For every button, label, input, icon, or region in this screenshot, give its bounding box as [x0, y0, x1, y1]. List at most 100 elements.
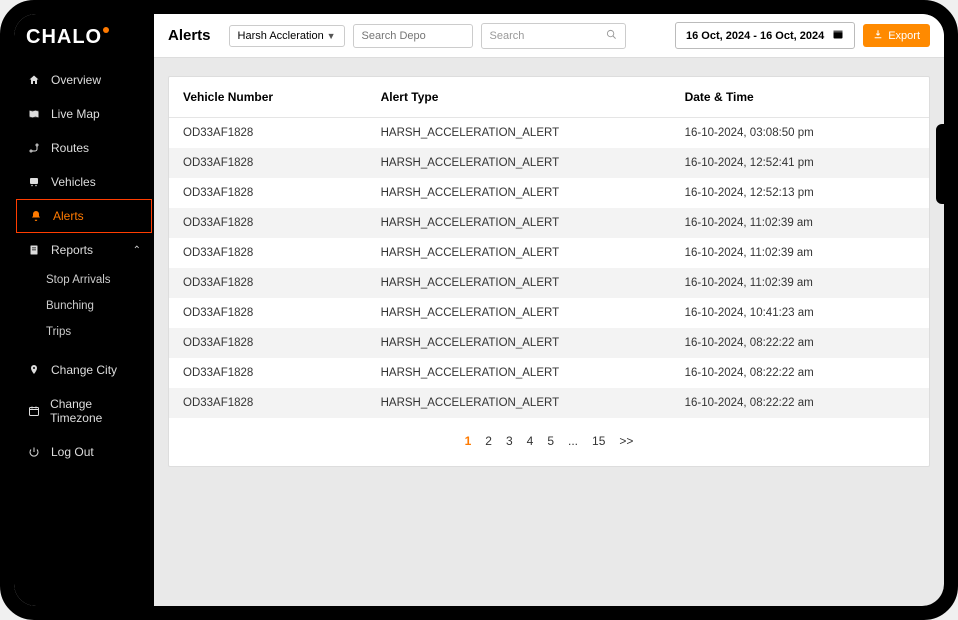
- sidebar-item-label: Alerts: [53, 209, 84, 223]
- sidebar-item-logout[interactable]: Log Out: [14, 435, 154, 469]
- page-link[interactable]: 1: [465, 434, 472, 448]
- sidebar-item-overview[interactable]: Overview: [14, 63, 154, 97]
- search-placeholder: Search: [490, 30, 525, 42]
- cell-vehicle: OD33AF1828: [169, 238, 367, 268]
- cell-type: HARSH_ACCELERATION_ALERT: [367, 208, 671, 238]
- search-input[interactable]: Search: [481, 23, 626, 49]
- cell-time: 16-10-2024, 11:02:39 am: [671, 238, 929, 268]
- bell-icon: [29, 209, 43, 223]
- page-link[interactable]: ...: [568, 434, 578, 448]
- brand-logo: CHALO: [14, 20, 154, 63]
- search-depo-input[interactable]: [353, 24, 473, 48]
- table-row[interactable]: OD33AF1828HARSH_ACCELERATION_ALERT16-10-…: [169, 328, 929, 358]
- date-range-picker[interactable]: 16 Oct, 2024 - 16 Oct, 2024: [675, 22, 855, 49]
- bus-icon: [27, 175, 41, 189]
- table-row[interactable]: OD33AF1828HARSH_ACCELERATION_ALERT16-10-…: [169, 208, 929, 238]
- sidebar-item-label: Change Timezone: [50, 397, 141, 425]
- cell-vehicle: OD33AF1828: [169, 208, 367, 238]
- date-range-value: 16 Oct, 2024 - 16 Oct, 2024: [686, 30, 824, 42]
- export-button[interactable]: Export: [863, 24, 930, 47]
- sidebar-sub-stop-arrivals[interactable]: Stop Arrivals: [14, 267, 154, 293]
- content-area: Vehicle Number Alert Type Date & Time OD…: [154, 58, 944, 606]
- sidebar-item-label: Routes: [51, 141, 89, 155]
- col-alert-type: Alert Type: [367, 77, 671, 118]
- alert-type-select[interactable]: Harsh Accleration ▼: [229, 25, 345, 47]
- alerts-card: Vehicle Number Alert Type Date & Time OD…: [168, 76, 930, 467]
- cell-type: HARSH_ACCELERATION_ALERT: [367, 118, 671, 149]
- cell-time: 16-10-2024, 08:22:22 am: [671, 388, 929, 418]
- cell-time: 16-10-2024, 10:41:23 am: [671, 298, 929, 328]
- download-icon: [873, 29, 883, 42]
- table-row[interactable]: OD33AF1828HARSH_ACCELERATION_ALERT16-10-…: [169, 268, 929, 298]
- cell-vehicle: OD33AF1828: [169, 268, 367, 298]
- cell-time: 16-10-2024, 12:52:13 pm: [671, 178, 929, 208]
- cell-vehicle: OD33AF1828: [169, 328, 367, 358]
- cell-type: HARSH_ACCELERATION_ALERT: [367, 298, 671, 328]
- table-row[interactable]: OD33AF1828HARSH_ACCELERATION_ALERT16-10-…: [169, 388, 929, 418]
- cell-type: HARSH_ACCELERATION_ALERT: [367, 268, 671, 298]
- cell-time: 16-10-2024, 03:08:50 pm: [671, 118, 929, 149]
- cell-vehicle: OD33AF1828: [169, 388, 367, 418]
- sidebar-item-reports[interactable]: Reports ⌃: [14, 233, 154, 267]
- cell-time: 16-10-2024, 08:22:22 am: [671, 358, 929, 388]
- sidebar-item-routes[interactable]: Routes: [14, 131, 154, 165]
- page-link[interactable]: 2: [485, 434, 492, 448]
- pin-icon: [27, 363, 41, 377]
- cell-time: 16-10-2024, 11:02:39 am: [671, 208, 929, 238]
- col-vehicle: Vehicle Number: [169, 77, 367, 118]
- sidebar-item-label: Reports: [51, 243, 93, 257]
- sidebar-item-live-map[interactable]: Live Map: [14, 97, 154, 131]
- cell-type: HARSH_ACCELERATION_ALERT: [367, 328, 671, 358]
- table-row[interactable]: OD33AF1828HARSH_ACCELERATION_ALERT16-10-…: [169, 298, 929, 328]
- table-row[interactable]: OD33AF1828HARSH_ACCELERATION_ALERT16-10-…: [169, 178, 929, 208]
- clock-icon: [27, 404, 40, 418]
- sidebar-item-alerts[interactable]: Alerts: [16, 199, 152, 233]
- sidebar-item-label: Log Out: [51, 445, 94, 459]
- cell-type: HARSH_ACCELERATION_ALERT: [367, 178, 671, 208]
- sidebar-item-change-timezone[interactable]: Change Timezone: [14, 387, 154, 435]
- cell-type: HARSH_ACCELERATION_ALERT: [367, 148, 671, 178]
- page-link[interactable]: 15: [592, 434, 605, 448]
- table-row[interactable]: OD33AF1828HARSH_ACCELERATION_ALERT16-10-…: [169, 118, 929, 149]
- page-link[interactable]: 3: [506, 434, 513, 448]
- alerts-table: Vehicle Number Alert Type Date & Time OD…: [169, 77, 929, 418]
- caret-down-icon: ▼: [327, 31, 336, 41]
- cell-vehicle: OD33AF1828: [169, 118, 367, 149]
- cell-time: 16-10-2024, 12:52:41 pm: [671, 148, 929, 178]
- select-value: Harsh Accleration: [238, 30, 324, 42]
- power-icon: [27, 445, 41, 459]
- sidebar-sub-bunching[interactable]: Bunching: [14, 293, 154, 319]
- route-icon: [27, 141, 41, 155]
- page-title: Alerts: [168, 27, 211, 44]
- export-label: Export: [888, 30, 920, 42]
- map-icon: [27, 107, 41, 121]
- cell-vehicle: OD33AF1828: [169, 148, 367, 178]
- sidebar-item-label: Overview: [51, 73, 101, 87]
- brand-dot-icon: [103, 27, 109, 33]
- report-icon: [27, 243, 41, 257]
- sidebar-item-vehicles[interactable]: Vehicles: [14, 165, 154, 199]
- page-link[interactable]: >>: [619, 434, 633, 448]
- topbar: Alerts Harsh Accleration ▼ Search 16 Oct…: [154, 14, 944, 58]
- sidebar: CHALO Overview Live Map Routes: [14, 14, 154, 606]
- col-datetime: Date & Time: [671, 77, 929, 118]
- cell-vehicle: OD33AF1828: [169, 358, 367, 388]
- pagination: 12345... 15 >>: [169, 418, 929, 466]
- sidebar-item-label: Live Map: [51, 107, 100, 121]
- cell-vehicle: OD33AF1828: [169, 178, 367, 208]
- sidebar-sub-trips[interactable]: Trips: [14, 319, 154, 345]
- table-row[interactable]: OD33AF1828HARSH_ACCELERATION_ALERT16-10-…: [169, 358, 929, 388]
- page-link[interactable]: 5: [547, 434, 554, 448]
- cell-type: HARSH_ACCELERATION_ALERT: [367, 358, 671, 388]
- cell-vehicle: OD33AF1828: [169, 298, 367, 328]
- sidebar-item-label: Vehicles: [51, 175, 96, 189]
- home-icon: [27, 73, 41, 87]
- cell-time: 16-10-2024, 08:22:22 am: [671, 328, 929, 358]
- sidebar-item-label: Change City: [51, 363, 117, 377]
- table-row[interactable]: OD33AF1828HARSH_ACCELERATION_ALERT16-10-…: [169, 148, 929, 178]
- page-link[interactable]: 4: [527, 434, 534, 448]
- main-content: Alerts Harsh Accleration ▼ Search 16 Oct…: [154, 14, 944, 606]
- sidebar-item-change-city[interactable]: Change City: [14, 353, 154, 387]
- table-row[interactable]: OD33AF1828HARSH_ACCELERATION_ALERT16-10-…: [169, 238, 929, 268]
- chevron-up-icon: ⌃: [133, 245, 141, 256]
